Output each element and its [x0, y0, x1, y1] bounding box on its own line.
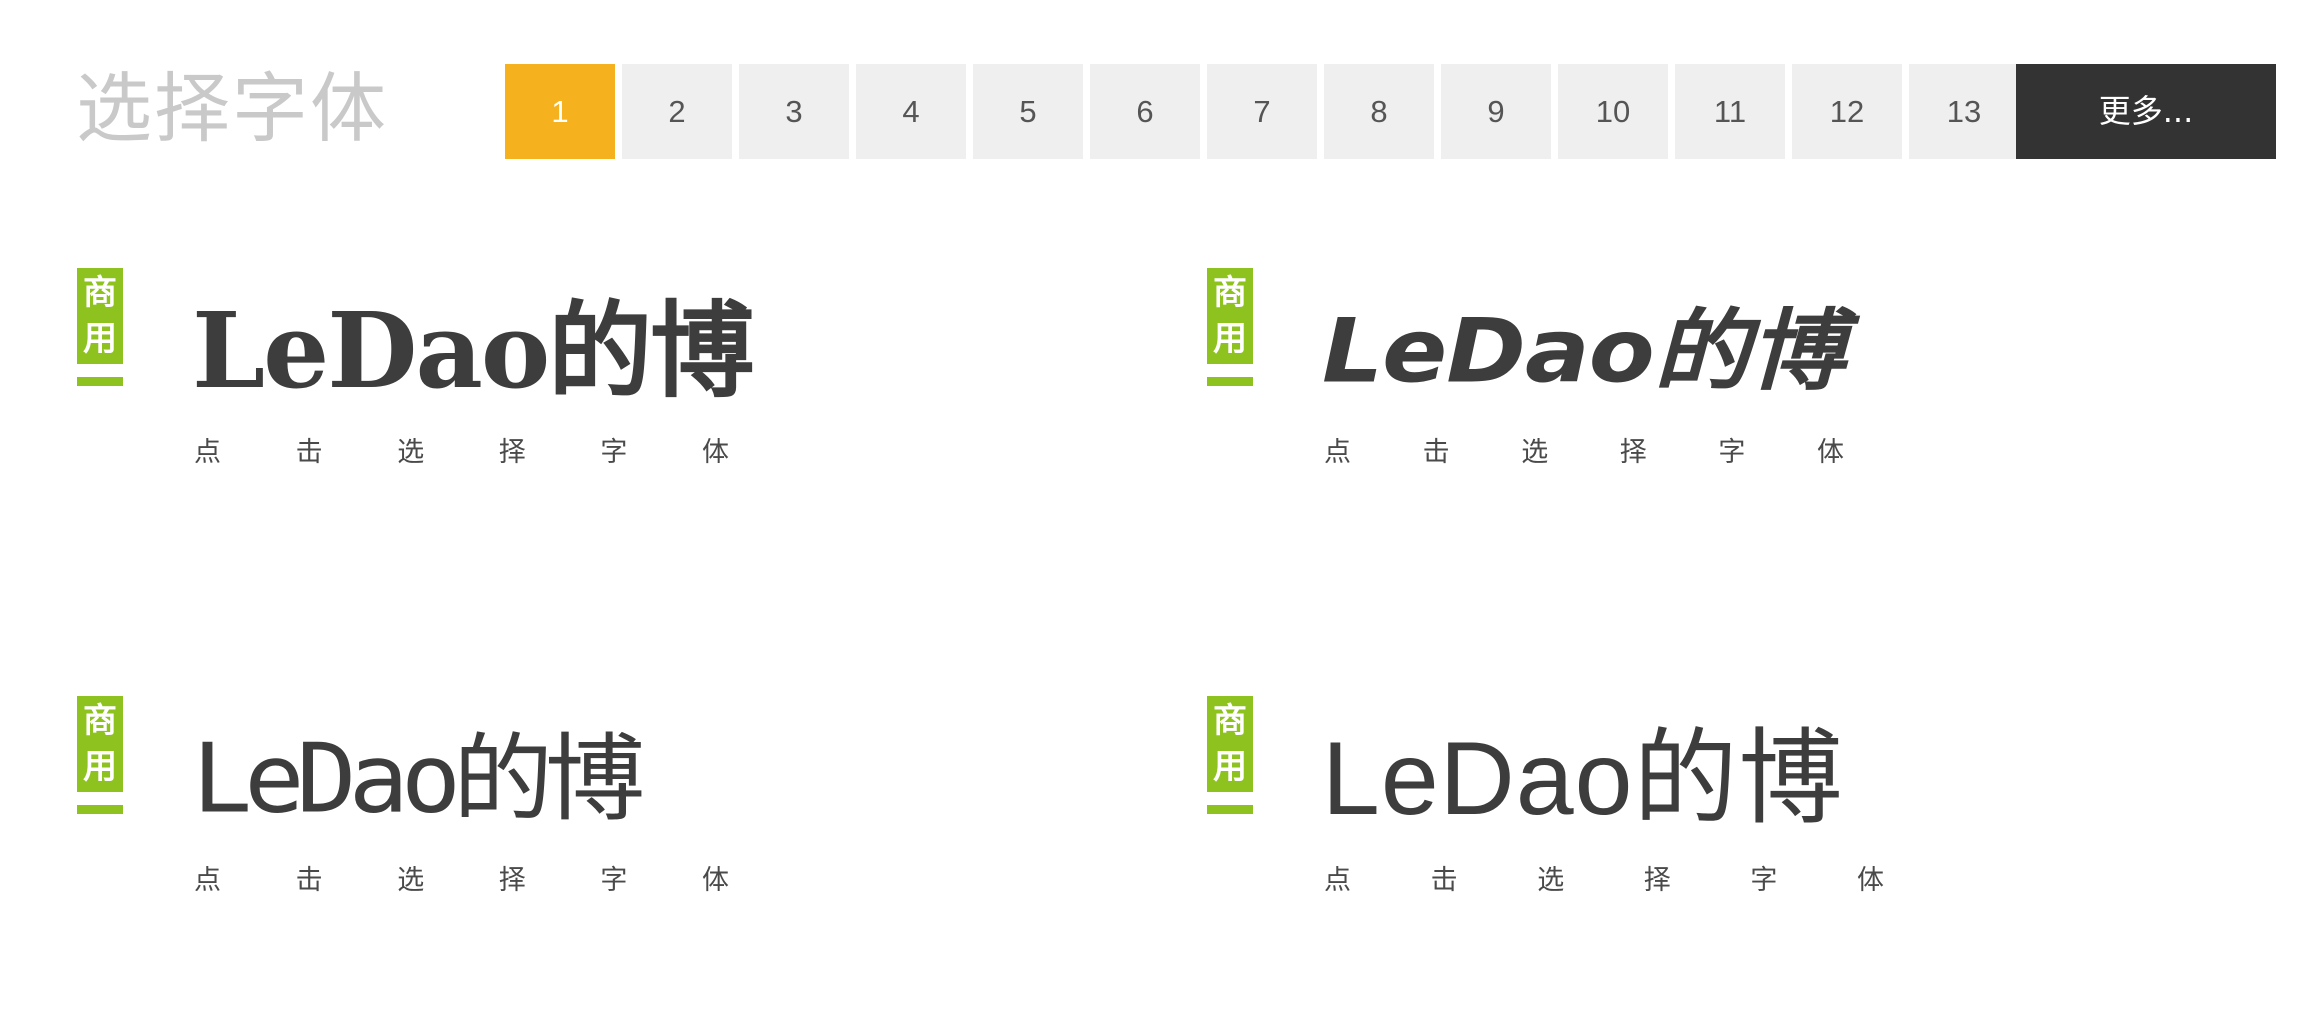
- hint-char: 择: [1643, 865, 1671, 896]
- hint-char: 字: [1750, 865, 1778, 896]
- page-button-9[interactable]: 9: [1441, 64, 1551, 159]
- font-preview-text: LeDao的博: [1322, 299, 1845, 403]
- hint-char: 击: [1430, 865, 1458, 896]
- font-card[interactable]: 商 用 LeDao的博 点 击 选 择 字 体: [1207, 696, 2267, 946]
- hint-char: 选: [1537, 865, 1565, 896]
- select-font-hint: 点 击 选 择 字 体: [194, 436, 729, 470]
- select-font-hint: 点 击 选 择 字 体: [1324, 864, 1884, 898]
- badge-text-bottom: 用: [1213, 747, 1247, 787]
- hint-char: 择: [1619, 437, 1647, 468]
- page-button-1[interactable]: 1: [505, 64, 615, 159]
- page-button-4[interactable]: 4: [856, 64, 966, 159]
- badge-underline: [1207, 377, 1253, 386]
- hint-char: 体: [701, 437, 729, 468]
- page-button-13[interactable]: 13: [1909, 64, 2019, 159]
- hint-char: 点: [194, 865, 221, 896]
- hint-char: 击: [295, 865, 323, 896]
- font-card[interactable]: 商 用 LeDao的博 点 击 选 择 字 体: [77, 268, 1137, 518]
- page-title: 选择字体: [76, 64, 388, 153]
- select-font-hint: 点 击 选 择 字 体: [1324, 436, 1844, 470]
- hint-char: 体: [1856, 865, 1884, 896]
- badge-text-top: 商: [1213, 273, 1247, 313]
- page-button-12[interactable]: 12: [1792, 64, 1902, 159]
- badge-text-bottom: 用: [83, 319, 117, 359]
- hint-char: 选: [397, 437, 425, 468]
- hint-char: 字: [600, 865, 628, 896]
- page-button-11[interactable]: 11: [1675, 64, 1785, 159]
- badge-underline: [77, 377, 123, 386]
- page-button-10[interactable]: 10: [1558, 64, 1668, 159]
- hint-char: 择: [498, 865, 526, 896]
- hint-char: 择: [498, 437, 526, 468]
- badge-underline: [77, 805, 123, 814]
- page-button-7[interactable]: 7: [1207, 64, 1317, 159]
- hint-char: 体: [1816, 437, 1844, 468]
- font-preview-text: LeDao的博: [192, 722, 645, 835]
- commercial-badge: 商 用: [77, 268, 123, 364]
- font-preview-text: LeDao的博: [1322, 721, 1844, 837]
- hint-char: 击: [1422, 437, 1450, 468]
- font-card[interactable]: 商 用 LeDao的博 点 击 选 择 字 体: [77, 696, 1137, 946]
- badge-text-bottom: 用: [1213, 319, 1247, 359]
- hint-char: 点: [1324, 865, 1351, 896]
- hint-char: 字: [600, 437, 628, 468]
- page-button-2[interactable]: 2: [622, 64, 732, 159]
- badge-text-top: 商: [83, 273, 117, 313]
- page-button-3[interactable]: 3: [739, 64, 849, 159]
- page-button-6[interactable]: 6: [1090, 64, 1200, 159]
- select-font-hint: 点 击 选 择 字 体: [194, 864, 729, 898]
- page-button-8[interactable]: 8: [1324, 64, 1434, 159]
- page-button-5[interactable]: 5: [973, 64, 1083, 159]
- badge-text-top: 商: [1213, 701, 1247, 741]
- hint-char: 点: [194, 437, 221, 468]
- more-button[interactable]: 更多...: [2016, 64, 2276, 159]
- hint-char: 点: [1324, 437, 1351, 468]
- hint-char: 字: [1718, 437, 1746, 468]
- commercial-badge: 商 用: [77, 696, 123, 792]
- badge-text-bottom: 用: [83, 747, 117, 787]
- badge-text-top: 商: [83, 701, 117, 741]
- hint-char: 选: [1521, 437, 1549, 468]
- badge-underline: [1207, 805, 1253, 814]
- font-preview-text: LeDao的博: [192, 289, 754, 412]
- hint-char: 击: [295, 437, 323, 468]
- font-card[interactable]: 商 用 LeDao的博 点 击 选 择 字 体: [1207, 268, 2267, 518]
- font-picker-page: 选择字体 1 2 3 4 5 6 7 8 9 10 11 12 13 更多...…: [0, 0, 2302, 1016]
- hint-char: 选: [397, 865, 425, 896]
- hint-char: 体: [701, 865, 729, 896]
- commercial-badge: 商 用: [1207, 268, 1253, 364]
- commercial-badge: 商 用: [1207, 696, 1253, 792]
